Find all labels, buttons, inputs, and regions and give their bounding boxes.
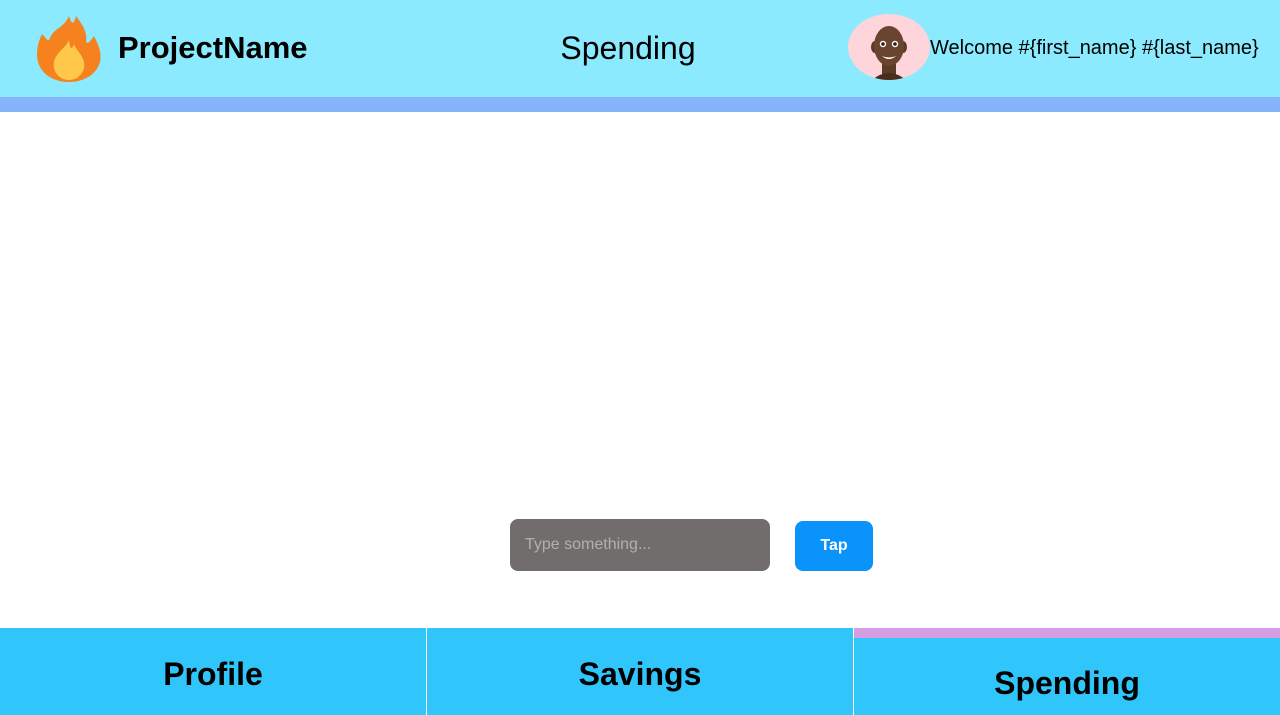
brand-name: ProjectName bbox=[118, 30, 308, 65]
fire-icon bbox=[36, 14, 102, 82]
text-input[interactable] bbox=[510, 519, 770, 571]
tab-savings-label: Savings bbox=[578, 656, 702, 692]
person-avatar-icon[interactable] bbox=[848, 14, 930, 80]
tab-profile[interactable]: Profile bbox=[0, 628, 426, 715]
tab-savings[interactable]: Savings bbox=[427, 628, 853, 715]
bottom-nav: Profile Savings Spending bbox=[0, 628, 1280, 715]
welcome-message: Welcome #{first_name} #{last_name} bbox=[930, 37, 1259, 59]
tap-button[interactable]: Tap bbox=[795, 521, 873, 571]
header-divider bbox=[0, 97, 1280, 112]
tab-spending-label: Spending bbox=[994, 665, 1140, 701]
active-tab-indicator bbox=[854, 628, 1280, 638]
page-title: Spending bbox=[560, 30, 696, 66]
app-header: ProjectName Spending Welcome #{first_nam… bbox=[0, 0, 1280, 97]
tab-spending[interactable]: Spending bbox=[854, 628, 1280, 715]
tab-profile-label: Profile bbox=[163, 656, 263, 692]
